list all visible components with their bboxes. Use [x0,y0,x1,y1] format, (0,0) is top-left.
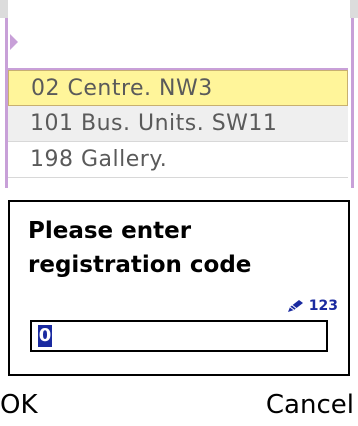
search-field[interactable] [8,20,348,70]
search-caret-icon [10,34,18,50]
dialog-prompt: Please enter registration code [28,214,338,282]
status-bar-right-cap [350,0,358,18]
softkey-bar: OK Cancel [0,386,358,426]
list-item[interactable]: 101 Bus. Units. SW11 [8,106,348,142]
registration-dialog: Please enter registration code 123 0 [8,200,350,376]
prompt-line-1: Please enter [28,218,192,244]
input-mode-indicator: 123 [287,298,338,314]
cancel-softkey[interactable]: Cancel [266,388,354,422]
list-item[interactable]: 02 Centre. NW3 [8,70,348,106]
prompt-line-2: registration code [28,252,252,278]
status-bar-left-cap [0,0,8,18]
input-cursor-value: 0 [38,325,52,347]
ok-softkey[interactable]: OK [0,388,38,422]
status-bar [0,0,358,18]
registration-code-input[interactable]: 0 [30,320,328,352]
location-list: 02 Centre. NW3 101 Bus. Units. SW11 198 … [8,70,348,178]
list-item[interactable]: 198 Gallery. [8,142,348,178]
input-mode-label: 123 [308,298,338,314]
pen-icon [287,300,303,312]
